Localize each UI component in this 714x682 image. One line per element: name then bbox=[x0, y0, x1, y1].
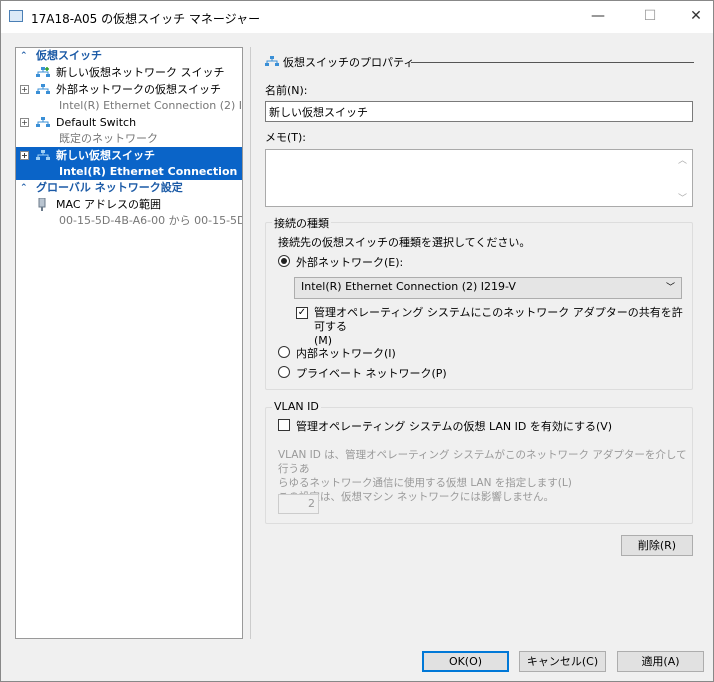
sidebar-item-new-network-switch[interactable]: 新しい仮想ネットワーク スイッチ bbox=[16, 64, 242, 81]
memo-label: メモ(T): bbox=[265, 131, 307, 144]
name-input[interactable]: 新しい仮想スイッチ bbox=[265, 101, 693, 122]
network-switch-icon bbox=[36, 150, 50, 160]
ok-button[interactable]: OK(O) bbox=[422, 651, 509, 672]
sidebar-item-mac-range[interactable]: MAC アドレスの範囲 00-15-5D-4B-A6-00 から 00-15-5… bbox=[16, 196, 242, 229]
properties-header: 仮想スイッチのプロパティ bbox=[283, 56, 415, 69]
adapter-value: Intel(R) Ethernet Connection (2) I219-V bbox=[301, 280, 516, 293]
expand-icon[interactable]: + bbox=[20, 85, 29, 94]
section-virtual-switches[interactable]: ⌃ 仮想スイッチ bbox=[16, 48, 242, 64]
external-network-radio[interactable] bbox=[278, 255, 290, 267]
delete-button[interactable]: 削除(R) bbox=[621, 535, 693, 556]
section-label: グローバル ネットワーク設定 bbox=[36, 181, 183, 194]
vlan-description: VLAN ID は、管理オペレーティング システムがこのネットワーク アダプター… bbox=[278, 449, 687, 503]
sidebar-item-external-switch[interactable]: + 外部ネットワークの仮想スイッチ Intel(R) Ethernet Conn… bbox=[16, 81, 242, 114]
expand-icon[interactable]: + bbox=[20, 118, 29, 127]
sidebar-item-new-virtual-switch[interactable]: + 新しい仮想スイッチ Intel(R) Ethernet Connection… bbox=[16, 147, 242, 180]
item-label: Default Switch bbox=[56, 116, 137, 129]
sidebar-tree: ⌃ 仮想スイッチ 新しい仮想ネットワーク スイッチ + 外部ネットワークの仮想スイ… bbox=[15, 47, 243, 639]
vlan-id-input[interactable]: 2 bbox=[278, 494, 319, 514]
section-label: 仮想スイッチ bbox=[36, 49, 102, 62]
connection-type-group: 接続の種類 接続先の仮想スイッチの種類を選択してください。 外部ネットワーク(E… bbox=[265, 215, 693, 390]
item-sub: Intel(R) Ethernet Connection ... bbox=[59, 165, 242, 178]
item-label: 新しい仮想ネットワーク スイッチ bbox=[56, 66, 225, 79]
item-sub: 既定のネットワーク bbox=[59, 132, 158, 145]
item-label: 新しい仮想スイッチ bbox=[56, 149, 155, 162]
item-sub: 00-15-5D-4B-A6-00 から 00-15-5D-... bbox=[59, 214, 242, 227]
private-network-label[interactable]: プライベート ネットワーク(P) bbox=[296, 365, 447, 381]
group-label: VLAN ID bbox=[272, 400, 321, 413]
internal-network-radio[interactable] bbox=[278, 346, 290, 358]
enable-vlan-checkbox[interactable] bbox=[278, 419, 290, 431]
name-label: 名前(N): bbox=[265, 84, 308, 97]
scroll-up-icon[interactable]: ︿ bbox=[678, 153, 687, 166]
window-title: 17A18-A05 の仮想スイッチ マネージャー bbox=[31, 12, 261, 26]
share-label[interactable]: 管理オペレーティング システムにこのネットワーク アダプターの共有を許可する (M… bbox=[314, 306, 684, 348]
allow-management-os-share-checkbox[interactable]: ✓ bbox=[296, 307, 308, 319]
apply-button[interactable]: 適用(A) bbox=[617, 651, 704, 672]
item-sub: Intel(R) Ethernet Connection (2) I... bbox=[59, 99, 242, 112]
internal-network-label[interactable]: 内部ネットワーク(I) bbox=[296, 345, 396, 361]
connection-description: 接続先の仮想スイッチの種類を選択してください。 bbox=[278, 236, 531, 249]
properties-pane: 仮想スイッチのプロパティ 名前(N): 新しい仮想スイッチ メモ(T): ︿ ﹀… bbox=[250, 47, 703, 639]
minimize-button[interactable]: — bbox=[575, 1, 621, 33]
virtual-switch-manager-window: 17A18-A05 の仮想スイッチ マネージャー — ☐ ✕ ⌃ 仮想スイッチ 新… bbox=[0, 0, 714, 682]
cancel-button[interactable]: キャンセル(C) bbox=[519, 651, 606, 672]
item-label: MAC アドレスの範囲 bbox=[56, 198, 161, 211]
expand-icon[interactable]: + bbox=[20, 151, 29, 160]
app-icon bbox=[9, 10, 23, 22]
group-label: 接続の種類 bbox=[272, 215, 331, 231]
title-bar: 17A18-A05 の仮想スイッチ マネージャー — ☐ ✕ bbox=[1, 1, 713, 33]
sidebar-item-default-switch[interactable]: + Default Switch 既定のネットワーク bbox=[16, 114, 242, 147]
header-divider bbox=[411, 62, 694, 63]
network-switch-icon bbox=[36, 84, 50, 94]
adapter-select[interactable]: Intel(R) Ethernet Connection (2) I219-V ﹀ bbox=[294, 277, 682, 299]
chevron-down-icon: ﹀ bbox=[665, 283, 675, 293]
network-add-icon bbox=[36, 67, 50, 77]
collapse-icon: ⌃ bbox=[20, 51, 28, 61]
collapse-icon: ⌃ bbox=[20, 183, 28, 193]
scroll-down-icon[interactable]: ﹀ bbox=[678, 191, 687, 204]
memo-textarea[interactable] bbox=[265, 149, 693, 207]
mac-address-icon bbox=[38, 198, 46, 211]
maximize-button[interactable]: ☐ bbox=[627, 1, 673, 33]
item-label: 外部ネットワークの仮想スイッチ bbox=[56, 83, 221, 96]
enable-vlan-label[interactable]: 管理オペレーティング システムの仮想 LAN ID を有効にする(V) bbox=[296, 418, 612, 434]
vlan-group: VLAN ID 管理オペレーティング システムの仮想 LAN ID を有効にする… bbox=[265, 400, 693, 524]
private-network-radio[interactable] bbox=[278, 366, 290, 378]
section-global-network-settings[interactable]: ⌃ グローバル ネットワーク設定 bbox=[16, 180, 242, 196]
network-switch-icon bbox=[36, 117, 50, 127]
close-button[interactable]: ✕ bbox=[673, 1, 714, 33]
external-network-label[interactable]: 外部ネットワーク(E): bbox=[296, 254, 403, 270]
